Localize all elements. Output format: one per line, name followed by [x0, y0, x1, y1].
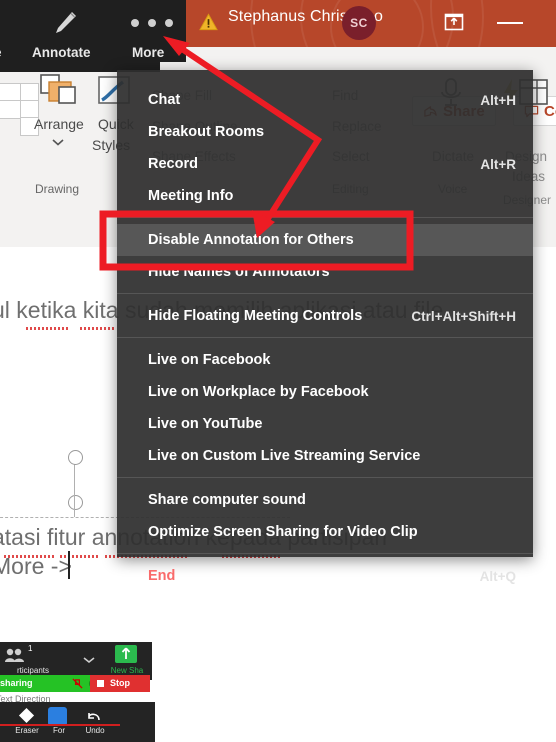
menu-item-shortcut: Alt+R [480, 156, 516, 172]
drawing-group-label: Drawing [35, 182, 80, 196]
menu-item-shortcut: Alt+H [480, 92, 516, 108]
menu-item-label: Live on YouTube [148, 416, 263, 432]
pencil-icon[interactable] [50, 8, 80, 38]
restore-window-icon[interactable] [443, 11, 465, 33]
menu-item-optimize-screen-sharing-for-video-clip[interactable]: Optimize Screen Sharing for Video Clip [117, 516, 533, 548]
chevron-down-icon [83, 657, 95, 664]
arrange-icon [40, 74, 76, 104]
menu-item-label: End [148, 568, 176, 584]
more-label[interactable]: More [132, 45, 164, 60]
more-dropdown-menu[interactable]: Chat Alt+H Breakout Rooms Record Alt+R Meetin… [117, 70, 533, 584]
menu-item-shortcut: Ctrl+Alt+Shift+H [411, 308, 516, 324]
chevron-down-icon[interactable] [51, 138, 65, 146]
menu-item-label: Share computer sound [148, 492, 306, 508]
menu-item-live-on-custom-live-streaming-service[interactable]: Live on Custom Live Streaming Service [117, 440, 533, 472]
menu-item-label: Hide Names of Annotators [148, 264, 330, 280]
menu-item-shortcut: Alt+Q [479, 568, 516, 584]
size-field-2[interactable] [0, 100, 22, 119]
menu-item-end[interactable]: End Alt+Q [117, 560, 533, 592]
selection-handle[interactable] [68, 450, 83, 465]
menu-separator [117, 337, 533, 338]
menu-item-share-computer-sound[interactable]: Share computer sound [117, 484, 533, 516]
menu-item-breakout-rooms[interactable]: Breakout Rooms [117, 116, 533, 148]
participants-label: rticipants [16, 666, 49, 675]
menu-item-live-on-youtube[interactable]: Live on YouTube [117, 408, 533, 440]
menu-item-label: Disable Annotation for Others [148, 232, 354, 248]
guide-line [74, 462, 75, 517]
menu-item-label: Breakout Rooms [148, 124, 265, 140]
minimize-window-icon[interactable] [497, 22, 523, 24]
participants-count: 1 [28, 644, 33, 653]
format-label: For [53, 726, 65, 735]
menu-item-label: Live on Workplace by Facebook [148, 384, 369, 400]
menu-item-hide-names-of-annotators[interactable]: Hide Names of Annotators [117, 256, 533, 288]
menu-item-label: Optimize Screen Sharing for Video Clip [148, 524, 418, 540]
menu-separator [117, 217, 533, 218]
eraser-label: Eraser [15, 726, 39, 735]
embedded-stop-share-button: Stop [90, 675, 150, 692]
participants-icon [5, 648, 24, 662]
menu-item-chat[interactable]: Chat Alt+H [117, 84, 533, 116]
eraser-icon [18, 707, 35, 724]
annotate-label[interactable]: Annotate [32, 45, 91, 60]
menu-item-hide-floating-meeting-controls[interactable]: Hide Floating Meeting Controls Ctrl+Alt+S… [117, 300, 533, 332]
ellipsis-icon[interactable] [131, 19, 173, 27]
menu-separator [117, 293, 533, 294]
menu-item-label: Chat [148, 92, 181, 108]
mute-mic-icon [72, 678, 83, 689]
spellcheck-underline [80, 327, 114, 330]
menu-item-label: Hide Floating Meeting Controls [148, 308, 363, 324]
sharing-label: sharing [0, 678, 33, 688]
slide-text-line3: More -> [0, 553, 72, 579]
zoom-meeting-controls-bar: e Annotate More [0, 0, 186, 62]
menu-separator [117, 553, 533, 554]
stop-square-icon [97, 680, 104, 687]
menu-item-label: Record [148, 156, 198, 172]
menu-separator [117, 477, 533, 478]
menu-item-label: Meeting Info [148, 188, 234, 204]
embedded-red-line [0, 724, 120, 726]
menu-item-live-on-workplace-by-facebook[interactable]: Live on Workplace by Facebook [117, 376, 533, 408]
arrange-label[interactable]: Arrange [34, 116, 84, 132]
spellcheck-underline [26, 327, 70, 330]
menu-item-disable-annotation-for-others[interactable]: Disable Annotation for Others [117, 224, 533, 256]
partial-toolbar-label: e [0, 45, 2, 60]
rotate-handle[interactable] [68, 495, 83, 510]
undo-icon [88, 713, 100, 721]
text-caret [68, 551, 70, 579]
menu-item-label: Live on Facebook [148, 352, 271, 368]
embedded-annotate-toolbar: Eraser For Undo [0, 702, 155, 742]
avatar: SC [342, 6, 376, 40]
new-share-icon [115, 645, 137, 663]
menu-item-live-on-facebook[interactable]: Live on Facebook [117, 344, 533, 376]
undo-label: Undo [85, 726, 105, 735]
warning-triangle-icon [199, 13, 218, 31]
stop-label: Stop [110, 678, 130, 688]
menu-item-record[interactable]: Record Alt+R [117, 148, 533, 180]
new-share-label: New Sha [110, 666, 144, 675]
menu-item-meeting-info[interactable]: Meeting Info [117, 180, 533, 212]
menu-item-label: Live on Custom Live Streaming Service [148, 448, 421, 464]
